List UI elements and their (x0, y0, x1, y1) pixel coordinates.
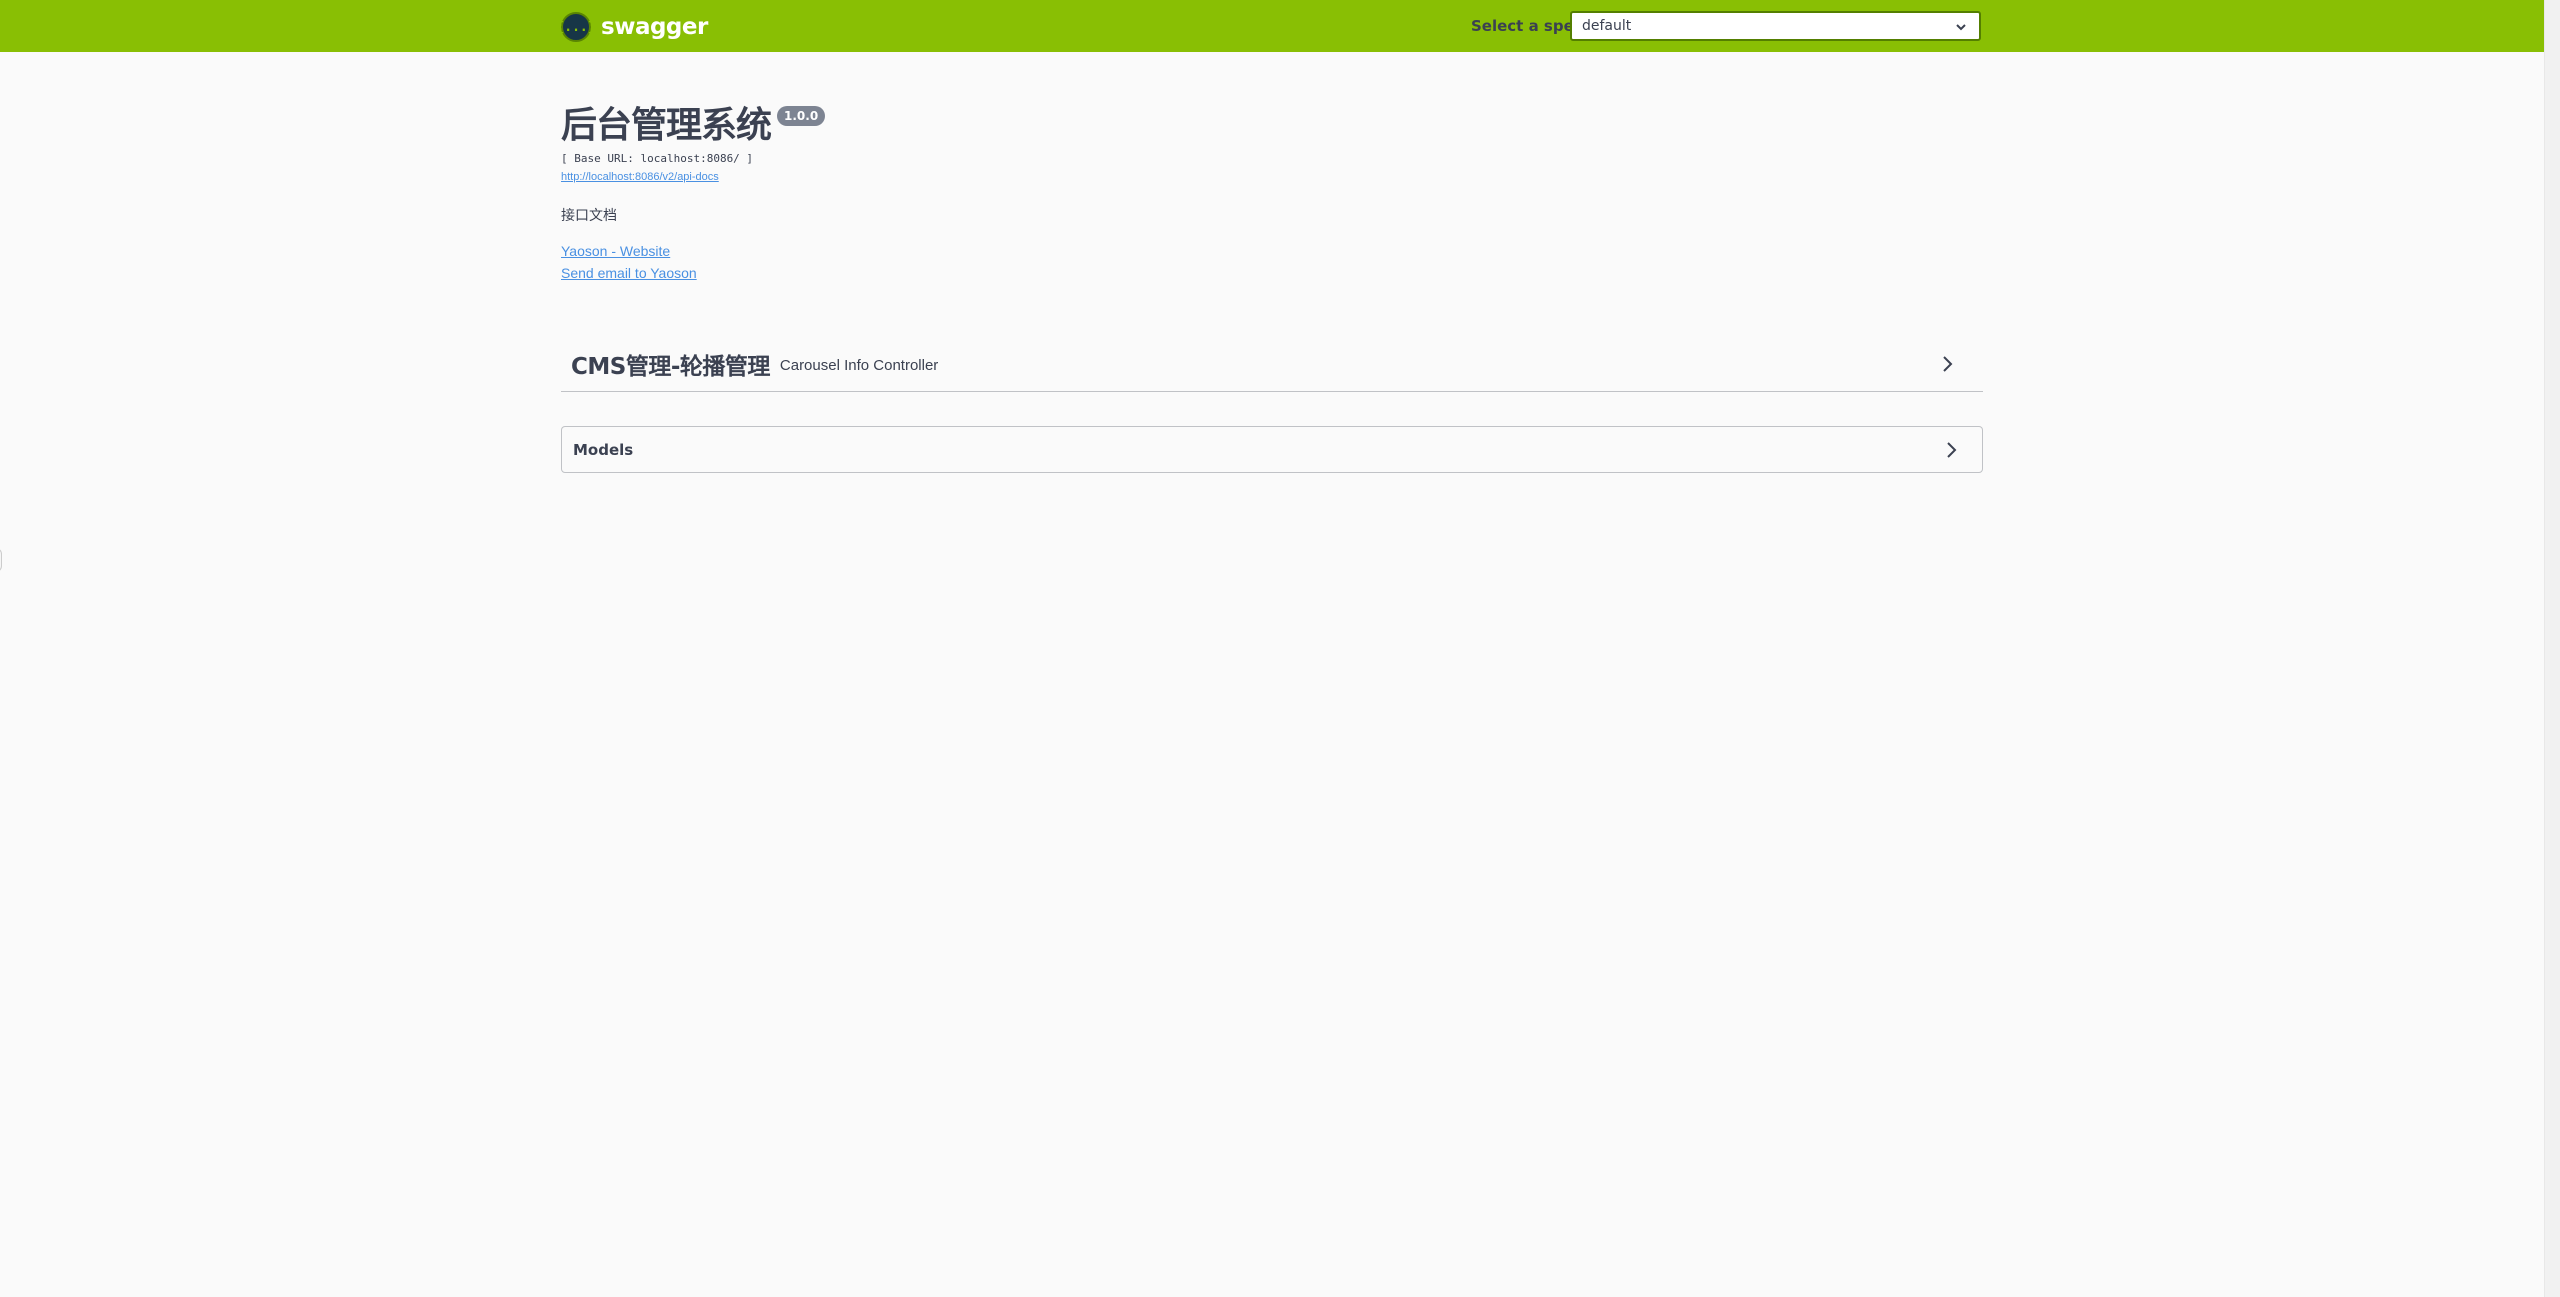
swagger-logo-link[interactable]: {...} swagger (556, 12, 708, 42)
spec-selected-value: default (1582, 18, 1632, 34)
api-info: 后台管理系统 1.0.0 [ Base URL: localhost:8086/… (561, 100, 1983, 284)
api-docs-link[interactable]: http://localhost:8086/v2/api-docs (561, 170, 1983, 184)
side-handle[interactable] (0, 548, 2, 572)
spec-select-dropdown[interactable]: default (1570, 11, 1981, 41)
vertical-scrollbar[interactable] (2544, 0, 2560, 1297)
contact-email-link[interactable]: Send email to Yaoson (561, 262, 1983, 284)
contact-website-link[interactable]: Yaoson - Website (561, 240, 1983, 262)
chevron-right-icon[interactable] (1941, 438, 1961, 462)
chevron-down-icon (1955, 18, 1967, 40)
tag-name: CMS管理-轮播管理 (571, 353, 770, 380)
tag-description: Carousel Info Controller (779, 356, 939, 374)
version-badge: 1.0.0 (777, 106, 826, 126)
topbar-wrapper: {...} swagger Select a spec default (556, 0, 1983, 52)
select-spec-label: Select a spec (1471, 17, 1583, 35)
models-title: Models (573, 440, 634, 459)
title-row: 后台管理系统 1.0.0 (561, 100, 1983, 152)
swagger-logo-text: swagger (601, 14, 708, 40)
page-title: 后台管理系统 (561, 105, 772, 146)
swagger-logo-icon: {...} (556, 12, 596, 42)
models-section[interactable]: Models (561, 426, 1983, 473)
tag-section-cms-carousel[interactable]: CMS管理-轮播管理 Carousel Info Controller (561, 336, 1983, 392)
base-url: [ Base URL: localhost:8086/ ] (561, 152, 754, 165)
topbar: {...} swagger Select a spec default (0, 0, 2544, 52)
api-description: 接口文档 (561, 207, 617, 223)
chevron-right-icon[interactable] (1937, 352, 1957, 376)
